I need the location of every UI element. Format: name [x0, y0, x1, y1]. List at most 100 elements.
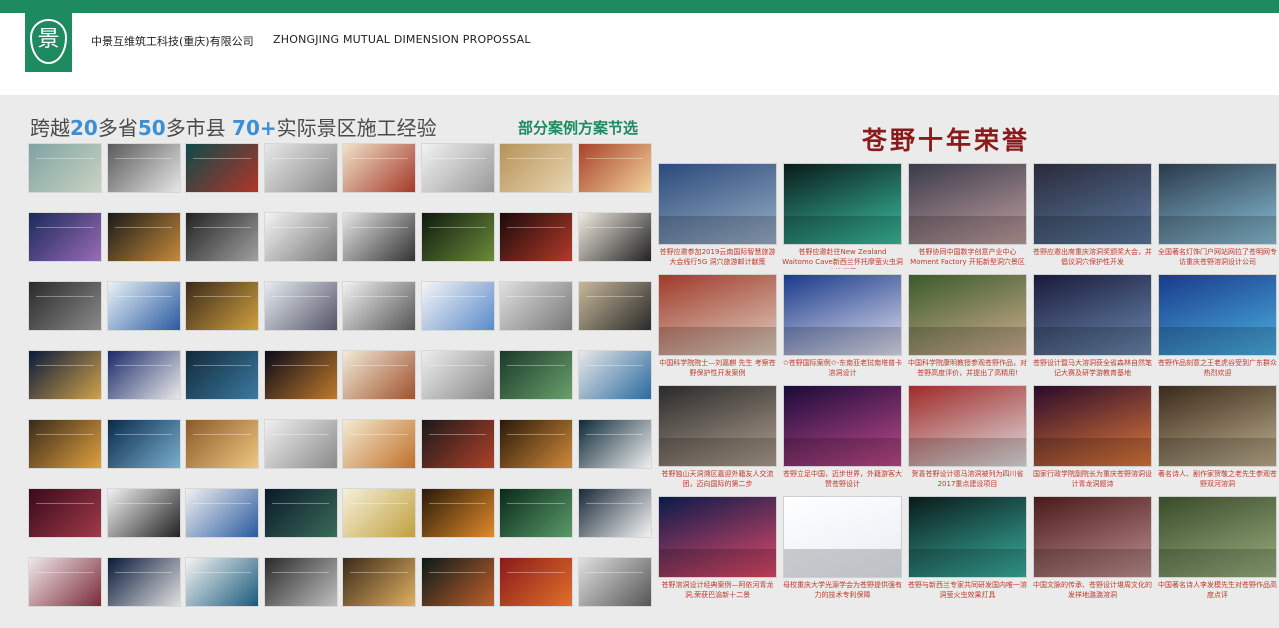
case-thumbnail[interactable] — [106, 350, 181, 409]
honor-card[interactable]: 著名诗人、剧作家贺敬之老先生参观苍野双河溶洞 — [1155, 385, 1279, 496]
honor-card[interactable]: 苍野应邀出席重庆溶洞奖颁奖大会，并倡议洞穴保护性开发 — [1030, 163, 1155, 274]
case-thumbnail[interactable] — [185, 557, 259, 616]
case-thumbnail[interactable] — [185, 350, 259, 409]
case-thumbnail[interactable] — [263, 212, 338, 271]
case-image — [106, 557, 181, 607]
case-thumbnail[interactable] — [106, 488, 181, 547]
honor-card[interactable]: 苍野作品刻意之王老虎谷受到广东群众热烈欢迎 — [1155, 274, 1279, 385]
honor-card[interactable]: 全国著名灯饰门户网站网拉了苍明网专访重庆苍野溶洞设计公司 — [1155, 163, 1279, 274]
case-thumbnail[interactable] — [263, 281, 338, 340]
honor-caption: 母校重庆大学光源学会为苍野提供强有力的技术专利保障 — [783, 581, 902, 599]
honor-card[interactable]: 苍野应邀赴往New Zealand Waitomo Cave新西兰怀托摩萤火虫洞… — [780, 163, 905, 274]
case-thumbnail[interactable] — [342, 212, 416, 271]
case-image — [420, 212, 495, 262]
case-thumbnail[interactable] — [185, 281, 259, 340]
case-thumbnail[interactable] — [342, 488, 416, 547]
case-thumbnail[interactable] — [185, 419, 259, 478]
case-thumbnail[interactable] — [420, 212, 495, 271]
case-thumbnail[interactable] — [263, 557, 338, 616]
case-thumbnail[interactable] — [577, 212, 652, 271]
case-image — [263, 212, 338, 262]
case-thumbnail[interactable] — [28, 212, 102, 271]
case-thumbnail[interactable] — [106, 212, 181, 271]
case-image — [263, 350, 338, 400]
case-thumbnail[interactable] — [28, 419, 102, 478]
case-thumbnail[interactable] — [342, 143, 416, 202]
case-thumbnail[interactable] — [577, 488, 652, 547]
honor-card[interactable]: 苍野溶洞设计经典案例—阿依河青龙洞,荣获巴渝新十二景 — [655, 496, 780, 607]
honor-card[interactable]: 中国科学院康明教授参观苍野作品，对苍野高度评价，并提出了高精用! — [905, 274, 1030, 385]
honor-caption: 国家行政学院副院长为重庆苍野溶洞设计青龙洞题诗 — [1033, 470, 1152, 488]
honor-photo — [1033, 496, 1152, 578]
case-image — [342, 419, 416, 469]
case-thumbnail[interactable] — [28, 281, 102, 340]
case-thumbnail[interactable] — [342, 557, 416, 616]
case-thumbnail[interactable] — [342, 350, 416, 409]
case-thumbnail[interactable] — [420, 143, 495, 202]
case-image — [342, 212, 416, 262]
honor-card[interactable]: 苍野与新西兰专家共同研发国内唯一溶洞萤火虫效果灯具 — [905, 496, 1030, 607]
honor-photo — [908, 274, 1027, 356]
case-thumbnail[interactable] — [185, 143, 259, 202]
case-thumbnail[interactable] — [420, 419, 495, 478]
case-thumbnail[interactable] — [577, 419, 652, 478]
case-thumbnail[interactable] — [577, 281, 652, 340]
honor-photo — [1033, 274, 1152, 356]
honor-card[interactable]: 母校重庆大学光源学会为苍野提供强有力的技术专利保障 — [780, 496, 905, 607]
case-thumbnail[interactable] — [577, 557, 652, 616]
case-thumbnail[interactable] — [420, 281, 495, 340]
case-thumbnail[interactable] — [420, 488, 495, 547]
case-thumbnail[interactable] — [499, 281, 573, 340]
case-thumbnail[interactable] — [499, 488, 573, 547]
case-thumbnail[interactable] — [577, 143, 652, 202]
case-thumbnail[interactable] — [263, 419, 338, 478]
case-thumbnail[interactable] — [263, 488, 338, 547]
case-thumbnail[interactable] — [499, 419, 573, 478]
honor-card[interactable]: 中国科学院院士—刘嘉麒 先生 考察苍野保护性开发案例 — [655, 274, 780, 385]
case-thumbnail[interactable] — [499, 557, 573, 616]
case-thumbnail[interactable] — [420, 557, 495, 616]
case-thumbnail[interactable] — [499, 350, 573, 409]
honors-title: 苍野十年荣誉 — [862, 126, 1031, 155]
case-thumbnail[interactable] — [28, 143, 102, 202]
case-thumbnail[interactable] — [28, 488, 102, 547]
case-thumbnail[interactable] — [499, 212, 573, 271]
case-image — [28, 143, 102, 193]
case-thumbnail[interactable] — [342, 419, 416, 478]
case-image — [420, 488, 495, 538]
headline-provinces-count: 20 — [70, 116, 98, 140]
case-thumbnail[interactable] — [263, 143, 338, 202]
case-image — [106, 419, 181, 469]
honor-photo — [908, 163, 1027, 245]
honor-card[interactable]: 苍野立足中国，迈步世界，外籍游客大赞苍野设计 — [780, 385, 905, 496]
case-thumbnail[interactable] — [420, 350, 495, 409]
honor-card[interactable]: 苍野独山天洞溯区嘉迎外籍友人交流团，迈向国际的第二步 — [655, 385, 780, 496]
case-thumbnail[interactable] — [499, 143, 573, 202]
honor-card[interactable]: 苍野应邀参加2019云南国际智慧旅游大会线行5G 洞穴旅游邮计献策 — [655, 163, 780, 274]
case-thumbnail[interactable] — [577, 350, 652, 409]
case-thumbnail[interactable] — [263, 350, 338, 409]
case-thumbnail[interactable] — [185, 488, 259, 547]
case-thumbnail[interactable] — [342, 281, 416, 340]
honor-photo — [1033, 163, 1152, 245]
honor-photo — [783, 274, 902, 356]
honor-card[interactable]: 贺喜苍野设计德马溶洞被列为四川省2017重点建设项目 — [905, 385, 1030, 496]
honor-caption: 苍野作品刻意之王老虎谷受到广东群众热烈欢迎 — [1158, 359, 1277, 377]
case-thumbnail[interactable] — [106, 143, 181, 202]
case-thumbnail[interactable] — [106, 419, 181, 478]
honor-card[interactable]: 中国文脉的传承、苍野设计堪周文化的发祥地潞潞溶洞 — [1030, 496, 1155, 607]
honor-card[interactable]: 中国著名诗人李发模先生对苍野作品高度点评 — [1155, 496, 1279, 607]
case-thumbnail[interactable] — [28, 557, 102, 616]
case-image — [106, 281, 181, 331]
case-thumbnail[interactable] — [28, 350, 102, 409]
honor-card[interactable]: 国家行政学院副院长为重庆苍野溶洞设计青龙洞题诗 — [1030, 385, 1155, 496]
case-thumbnail[interactable] — [106, 281, 181, 340]
honor-card[interactable]: 苍野协同中国数字创意产业中心Moment Factory 开拓新型洞穴景区 — [905, 163, 1030, 274]
honor-caption: 苍野溶洞设计经典案例—阿依河青龙洞,荣获巴渝新十二景 — [661, 581, 774, 599]
case-image — [577, 488, 652, 538]
case-thumbnail[interactable] — [106, 557, 181, 616]
honor-card[interactable]: ✩苍野国际案例✩-东南亚老挝南塔普卡溶洞设计 — [780, 274, 905, 385]
honor-photo — [658, 163, 777, 245]
case-thumbnail[interactable] — [185, 212, 259, 271]
honor-card[interactable]: 苍野设计暨马大溶洞获全省森林自然笔记大赛及研学游教育基地 — [1030, 274, 1155, 385]
